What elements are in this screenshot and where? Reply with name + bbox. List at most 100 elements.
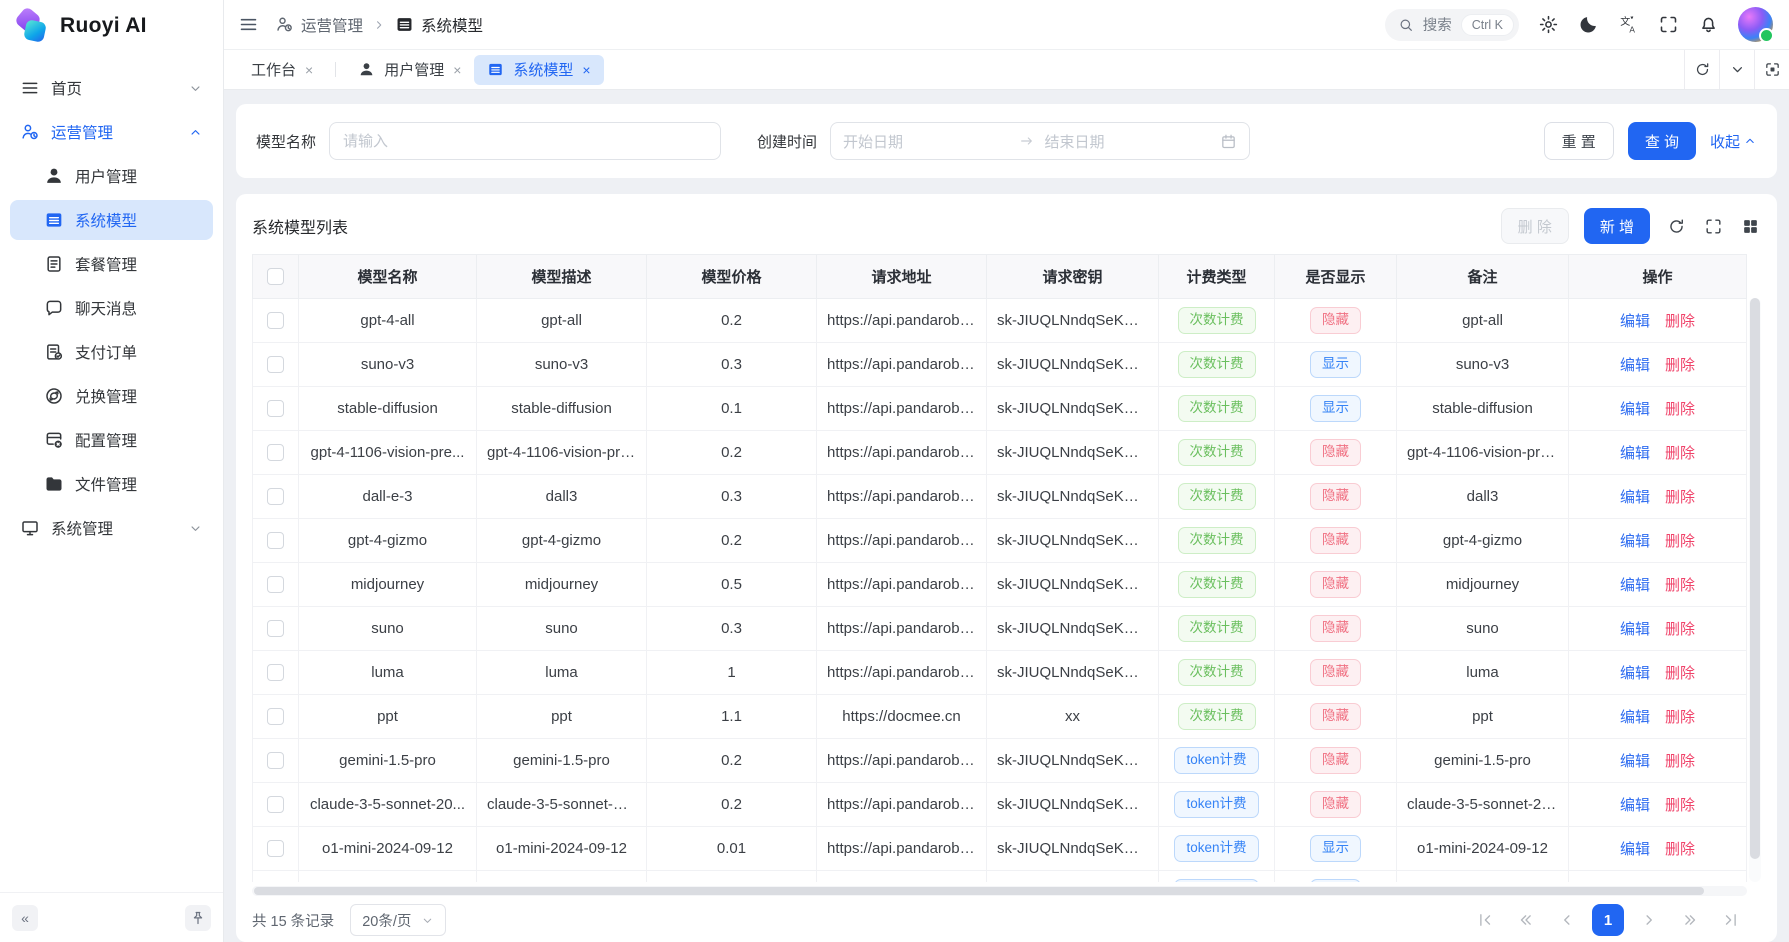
collapse-filters-link[interactable]: 收起	[1710, 131, 1757, 152]
sidebar-item-home[interactable]: 首页	[10, 68, 213, 108]
delete-link[interactable]: 删除	[1665, 401, 1695, 418]
close-icon[interactable]: ×	[305, 63, 313, 77]
horizontal-scrollbar-thumb[interactable]	[254, 887, 1704, 895]
sidebar-item-config-management[interactable]: 配置管理	[10, 420, 213, 460]
hamburger-menu-icon[interactable]	[238, 14, 259, 35]
edit-link[interactable]: 编辑	[1620, 577, 1650, 594]
tab-options-chevron[interactable]	[1719, 50, 1754, 89]
page-size-select[interactable]: 20条/页	[350, 904, 446, 936]
edit-link[interactable]: 编辑	[1620, 797, 1650, 814]
refresh-table-button[interactable]	[1665, 215, 1687, 237]
query-button[interactable]: 查 询	[1628, 122, 1696, 160]
sidebar-collapse-button[interactable]: «	[12, 905, 38, 931]
next-page-button[interactable]	[1633, 904, 1665, 936]
row-checkbox[interactable]	[267, 840, 284, 857]
sidebar-item-user-management[interactable]: 用户管理	[10, 156, 213, 196]
row-checkbox[interactable]	[267, 444, 284, 461]
tab-system-model[interactable]: 系统模型×	[474, 55, 603, 85]
edit-link[interactable]: 编辑	[1620, 533, 1650, 550]
row-checkbox[interactable]	[267, 664, 284, 681]
horizontal-scrollbar[interactable]	[252, 886, 1747, 896]
last-page-button[interactable]	[1715, 904, 1747, 936]
column-header: 模型价格	[647, 255, 817, 299]
delete-link[interactable]: 删除	[1665, 841, 1695, 858]
delete-link[interactable]: 删除	[1665, 533, 1695, 550]
delete-link[interactable]: 删除	[1665, 313, 1695, 330]
expand-table-button[interactable]	[1702, 215, 1724, 237]
row-checkbox[interactable]	[267, 576, 284, 593]
table-row: pptppt1.1https://docmee.cnxx次数计费隐藏ppt编辑删…	[253, 695, 1747, 739]
sidebar-item-file-management[interactable]: 文件管理	[10, 464, 213, 504]
first-page-button[interactable]	[1469, 904, 1501, 936]
row-checkbox[interactable]	[267, 620, 284, 637]
row-checkbox[interactable]	[267, 356, 284, 373]
edit-link[interactable]: 编辑	[1620, 445, 1650, 462]
vertical-scrollbar-thumb[interactable]	[1750, 298, 1760, 859]
vertical-scrollbar[interactable]	[1749, 298, 1761, 882]
tab-user-management[interactable]: 用户管理×	[345, 55, 474, 85]
delete-link[interactable]: 删除	[1665, 709, 1695, 726]
edit-link[interactable]: 编辑	[1620, 357, 1650, 374]
row-checkbox[interactable]	[267, 488, 284, 505]
row-checkbox[interactable]	[267, 532, 284, 549]
delete-link[interactable]: 删除	[1665, 621, 1695, 638]
edit-link[interactable]: 编辑	[1620, 753, 1650, 770]
add-button[interactable]: 新 增	[1584, 208, 1650, 244]
jump-forward-button[interactable]	[1674, 904, 1706, 936]
expand-icon	[1704, 217, 1723, 236]
close-icon[interactable]: ×	[453, 63, 461, 77]
jump-back-button[interactable]	[1510, 904, 1542, 936]
sidebar-item-system-model[interactable]: 系统模型	[10, 200, 213, 240]
pin-button[interactable]	[185, 905, 211, 931]
sidebar-item-package-management[interactable]: 套餐管理	[10, 244, 213, 284]
edit-link[interactable]: 编辑	[1620, 489, 1650, 506]
delete-link[interactable]: 删除	[1665, 357, 1695, 374]
current-page-button[interactable]: 1	[1592, 904, 1624, 936]
tab-workbench[interactable]: 工作台×	[238, 55, 326, 85]
edit-link[interactable]: 编辑	[1620, 313, 1650, 330]
delete-selected-button[interactable]: 删 除	[1501, 208, 1569, 244]
previous-page-button[interactable]	[1551, 904, 1583, 936]
row-checkbox[interactable]	[267, 708, 284, 725]
close-icon[interactable]: ×	[582, 63, 590, 77]
breadcrumb-item-operations[interactable]: 运营管理	[275, 14, 363, 36]
row-checkbox[interactable]	[267, 752, 284, 769]
breadcrumb-item-system-model[interactable]: 系统模型	[395, 14, 483, 36]
row-checkbox[interactable]	[267, 400, 284, 417]
language-translate-icon[interactable]: 文A	[1618, 14, 1639, 35]
search-shortcut-badge: Ctrl K	[1461, 14, 1514, 36]
settings-gear-icon[interactable]	[1538, 14, 1559, 35]
sidebar-item-operations[interactable]: 运营管理	[10, 112, 213, 152]
sidebar-item-payment-orders[interactable]: 支付订单	[10, 332, 213, 372]
dark-mode-moon-icon[interactable]	[1578, 14, 1599, 35]
delete-link[interactable]: 删除	[1665, 577, 1695, 594]
select-all-checkbox[interactable]	[267, 268, 284, 285]
edit-link[interactable]: 编辑	[1620, 709, 1650, 726]
delete-link[interactable]: 删除	[1665, 797, 1695, 814]
sidebar-item-chat-messages[interactable]: 聊天消息	[10, 288, 213, 328]
column-settings-button[interactable]	[1739, 215, 1761, 237]
model-name-input[interactable]	[329, 122, 721, 160]
refresh-tab-button[interactable]	[1684, 50, 1719, 89]
sidebar-item-redeem-management[interactable]: 兑换管理	[10, 376, 213, 416]
delete-link[interactable]: 删除	[1665, 445, 1695, 462]
edit-link[interactable]: 编辑	[1620, 621, 1650, 638]
delete-link[interactable]: 删除	[1665, 665, 1695, 682]
sidebar-item-system-management[interactable]: 系统管理	[10, 508, 213, 548]
global-search[interactable]: 搜索 Ctrl K	[1385, 9, 1519, 41]
cell-request-url: https://api.pandarobo...	[817, 299, 987, 343]
edit-link[interactable]: 编辑	[1620, 841, 1650, 858]
edit-link[interactable]: 编辑	[1620, 401, 1650, 418]
monitor-icon	[20, 518, 40, 538]
delete-link[interactable]: 删除	[1665, 489, 1695, 506]
reset-button[interactable]: 重 置	[1544, 122, 1614, 160]
fullscreen-icon[interactable]	[1658, 14, 1679, 35]
edit-link[interactable]: 编辑	[1620, 665, 1650, 682]
delete-link[interactable]: 删除	[1665, 753, 1695, 770]
notifications-bell-icon[interactable]	[1698, 14, 1719, 35]
row-checkbox[interactable]	[267, 312, 284, 329]
row-checkbox[interactable]	[267, 796, 284, 813]
date-range-picker[interactable]: 开始日期 结束日期	[830, 122, 1250, 160]
content-fullscreen-button[interactable]	[1754, 50, 1789, 89]
user-avatar[interactable]	[1738, 7, 1773, 42]
